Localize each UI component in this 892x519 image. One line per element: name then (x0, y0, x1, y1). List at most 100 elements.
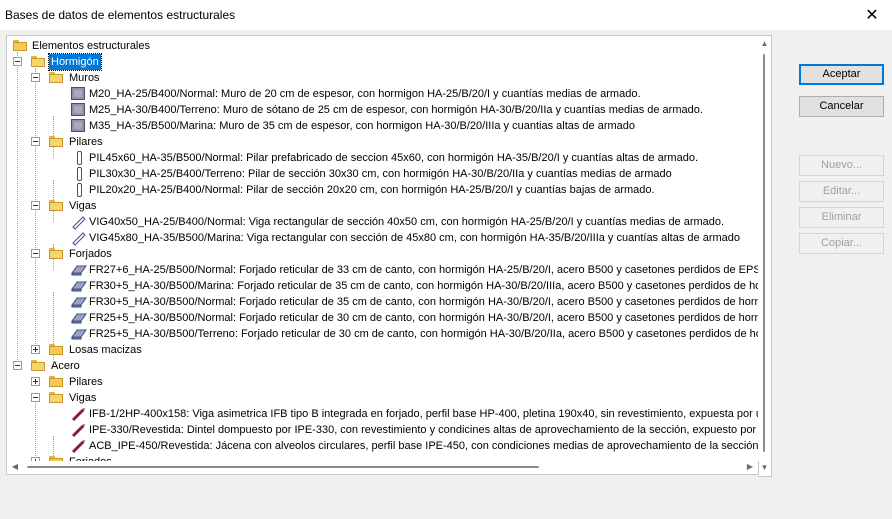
tree-node-hormigon[interactable]: Hormigón (11, 53, 751, 71)
folder-icon (49, 376, 63, 387)
tree-leaf-label: FR25+5_HA-30/B500/Terreno: Forjado retic… (89, 328, 759, 340)
collapse-icon[interactable] (31, 137, 40, 146)
tree-leaf-pilar[interactable]: PIL30x30_HA-25/B400/Terreno: Pilar de se… (11, 166, 758, 182)
tree-leaf-forjado[interactable]: FR27+6_HA-25/B500/Normal: Forjado reticu… (11, 262, 759, 278)
folder-open-icon (31, 360, 45, 371)
edit-button[interactable]: Editar... (799, 181, 884, 202)
tree-leaf-muro[interactable]: M25_HA-30/B400/Terreno: Muro de sótano d… (11, 102, 758, 118)
tree-leaf-label: FR30+5_HA-30/B500/Normal: Forjado reticu… (89, 296, 759, 308)
wall-icon (71, 87, 85, 100)
folder-icon (49, 344, 63, 355)
folder-open-icon (31, 56, 45, 67)
tree-leaf-viga-acero[interactable]: ACB_IPE-450/Revestida: Jácena con alveol… (11, 438, 759, 454)
tree-leaf-forjado[interactable]: FR30+5_HA-30/B500/Normal: Forjado reticu… (11, 294, 759, 310)
collapse-icon[interactable] (31, 249, 40, 258)
tree-leaf-label: VIG45x80_HA-35/B500/Marina: Viga rectang… (89, 232, 740, 244)
expand-icon[interactable] (31, 345, 40, 354)
tree-node-losas-macizas[interactable]: Losas macizas (11, 342, 751, 358)
folder-open-icon (49, 200, 63, 211)
slab-icon (71, 313, 87, 324)
tree-leaf-label: PIL20x20_HA-25/B400/Normal: Pilar de sec… (89, 184, 655, 196)
tree-leaf-viga[interactable]: VIG40x50_HA-25/B400/Normal: Viga rectang… (11, 214, 758, 230)
title-bar: Bases de datos de elementos estructurale… (0, 0, 892, 30)
slab-icon (71, 281, 87, 292)
folder-open-icon (49, 136, 63, 147)
collapse-icon[interactable] (31, 201, 40, 210)
tree-leaf-label: FR25+5_HA-30/B500/Normal: Forjado reticu… (89, 312, 759, 324)
tree-node-acero-vigas[interactable]: Vigas (11, 390, 751, 406)
pillar-icon (77, 183, 82, 197)
folder-icon (13, 40, 27, 51)
slab-icon (71, 265, 87, 276)
tree-leaf-label: M35_HA-35/B500/Marina: Muro de 35 cm de … (89, 120, 636, 132)
cancel-button[interactable]: Cancelar (799, 96, 884, 117)
horizontal-scrollbar[interactable]: ◀ ▶ (6, 461, 759, 475)
tree-leaf-viga-acero[interactable]: IFB-1/2HP-400x158: Viga asimetrica IFB t… (11, 406, 759, 422)
accept-button[interactable]: Aceptar (799, 64, 884, 85)
tree-leaf-pilar[interactable]: PIL45x60_HA-35/B500/Normal: Pilar prefab… (11, 150, 758, 166)
tree-node-label: Losas macizas (69, 344, 142, 356)
collapse-icon[interactable] (13, 57, 22, 66)
expand-icon[interactable] (31, 377, 40, 386)
horizontal-scroll-thumb[interactable] (27, 466, 539, 468)
scroll-right-icon[interactable]: ▶ (745, 462, 755, 472)
beam-icon (72, 216, 86, 230)
close-icon[interactable]: ✕ (855, 2, 889, 28)
tree-node-label: Elementos estructurales (32, 40, 150, 52)
wall-icon (71, 103, 85, 116)
tree-leaf-pilar[interactable]: PIL20x20_HA-25/B400/Normal: Pilar de sec… (11, 182, 758, 198)
tree-node-acero[interactable]: Acero (11, 358, 751, 374)
tree-node-label: Pilares (69, 136, 103, 148)
beam-icon (72, 232, 86, 246)
tree-leaf-forjado[interactable]: FR30+5_HA-30/B500/Marina: Forjado reticu… (11, 278, 759, 294)
folder-open-icon (49, 248, 63, 259)
tree-leaf-label: PIL30x30_HA-25/B400/Terreno: Pilar de se… (89, 168, 672, 180)
tree-leaf-label: VIG40x50_HA-25/B400/Normal: Viga rectang… (89, 216, 725, 228)
tree-node-pilares[interactable]: Pilares (11, 134, 751, 150)
new-button[interactable]: Nuevo... (799, 155, 884, 176)
tree-leaf-label: FR30+5_HA-30/B500/Marina: Forjado reticu… (89, 280, 759, 292)
collapse-icon[interactable] (31, 73, 40, 82)
window-title: Bases de datos de elementos estructurale… (5, 8, 236, 22)
tree-node-muros[interactable]: Muros (11, 70, 751, 86)
folder-open-icon (49, 392, 63, 403)
tree-leaf-label: FR27+6_HA-25/B500/Normal: Forjado reticu… (89, 264, 759, 276)
scroll-up-icon[interactable]: ▲ (760, 39, 769, 49)
tree-leaf-label: M25_HA-30/B400/Terreno: Muro de sótano d… (89, 104, 703, 116)
collapse-icon[interactable] (31, 393, 40, 402)
tree-leaf-forjado[interactable]: FR25+5_HA-30/B500/Normal: Forjado reticu… (11, 310, 759, 326)
delete-button[interactable]: Eliminar (799, 207, 884, 228)
slab-icon (71, 329, 87, 340)
scroll-left-icon[interactable]: ◀ (10, 462, 20, 472)
tree-leaf-viga[interactable]: VIG45x80_HA-35/B500/Marina: Viga rectang… (11, 230, 758, 246)
tree-node-label: Muros (69, 72, 100, 84)
tree-leaf-label: ACB_IPE-450/Revestida: Jácena con alveol… (89, 440, 759, 452)
vertical-scroll-thumb[interactable] (763, 54, 765, 452)
tree-node-vigas[interactable]: Vigas (11, 198, 751, 214)
tree-leaf-viga-acero[interactable]: IPE-330/Revestida: Dintel dompuesto por … (11, 422, 759, 438)
tree-leaf-label: IPE-330/Revestida: Dintel dompuesto por … (89, 424, 759, 436)
tree-leaf-label: IFB-1/2HP-400x158: Viga asimetrica IFB t… (89, 408, 759, 420)
tree-leaf-forjado[interactable]: FR25+5_HA-30/B500/Terreno: Forjado retic… (11, 326, 759, 342)
pillar-icon (77, 151, 82, 165)
tree-node-forjados[interactable]: Forjados (11, 246, 751, 262)
steel-beam-icon (71, 424, 85, 438)
slab-icon (71, 297, 87, 308)
scroll-down-icon[interactable]: ▼ (760, 463, 769, 473)
element-tree[interactable]: Elementos estructurales Hormigón Muros M… (6, 35, 759, 462)
pillar-icon (77, 167, 82, 181)
tree-leaf-label: PIL45x60_HA-35/B500/Normal: Pilar prefab… (89, 152, 699, 164)
copy-button[interactable]: Copiar... (799, 233, 884, 254)
tree-node-root[interactable]: Elementos estructurales (11, 38, 751, 54)
wall-icon (71, 119, 85, 132)
tree-node-label: Acero (51, 360, 80, 372)
collapse-icon[interactable] (13, 361, 22, 370)
tree-leaf-label: M20_HA-25/B400/Normal: Muro de 20 cm de … (89, 88, 641, 100)
folder-open-icon (49, 72, 63, 83)
tree-node-label: Vigas (69, 200, 97, 212)
tree-node-acero-pilares[interactable]: Pilares (11, 374, 751, 390)
tree-leaf-muro[interactable]: M35_HA-35/B500/Marina: Muro de 35 cm de … (11, 118, 758, 134)
tree-node-label: Hormigón (48, 53, 102, 71)
tree-leaf-muro[interactable]: M20_HA-25/B400/Normal: Muro de 20 cm de … (11, 86, 758, 102)
vertical-scrollbar[interactable]: ▲ ▼ (758, 35, 772, 477)
